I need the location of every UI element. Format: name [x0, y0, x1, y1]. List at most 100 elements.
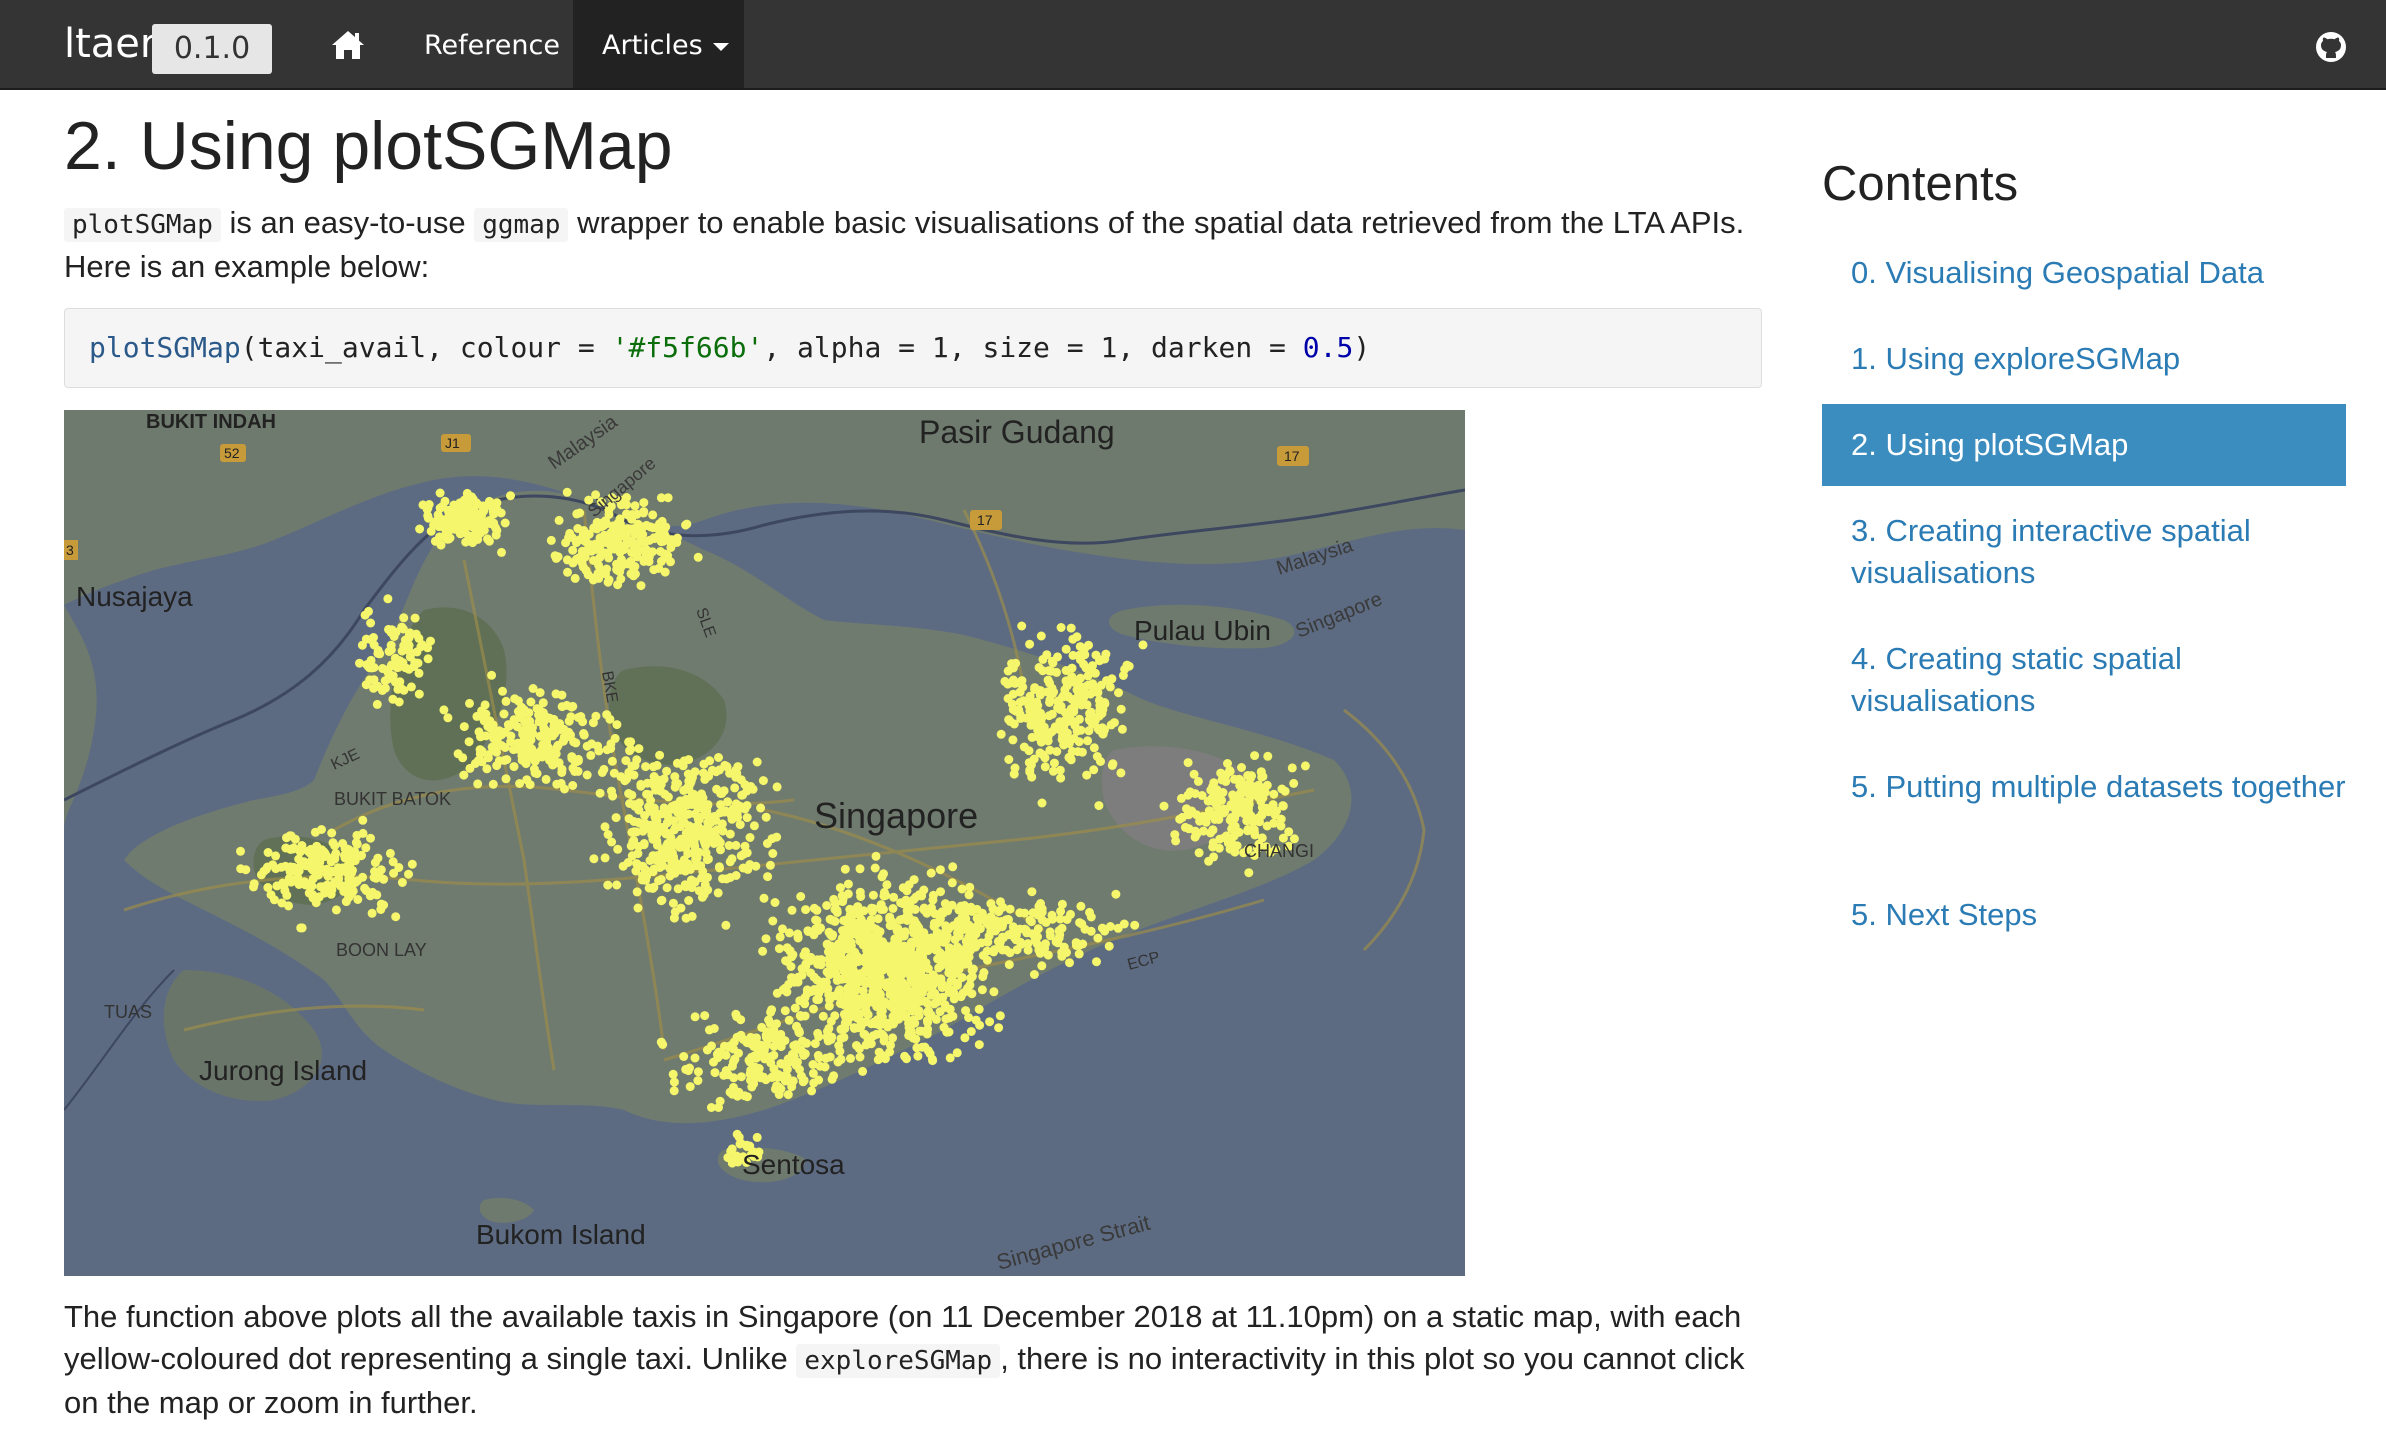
taxi-dot [870, 863, 880, 873]
taxi-dot [551, 689, 561, 699]
nav-articles-dropdown[interactable]: Articles [573, 0, 744, 88]
taxi-dot [802, 985, 812, 995]
taxi-dot [330, 841, 340, 851]
taxi-dot [282, 890, 292, 900]
taxi-dot [543, 743, 553, 753]
taxi-dot [589, 556, 598, 565]
taxi-dot [795, 996, 805, 1006]
taxi-dot [719, 786, 729, 796]
taxi-dot [578, 717, 588, 727]
taxi-dot [692, 795, 702, 805]
taxi-dot [1028, 701, 1038, 710]
taxi-dot [522, 727, 532, 737]
taxi-dot [859, 992, 869, 1002]
nav-reference-link[interactable]: Reference [424, 0, 560, 88]
taxi-dot [612, 565, 622, 575]
taxi-dot [368, 887, 378, 897]
taxi-dot [1104, 941, 1114, 951]
taxi-dot [587, 739, 597, 749]
taxi-dot [599, 764, 609, 774]
toc-item-3[interactable]: 3. Creating interactive spatial visualis… [1822, 510, 2346, 594]
taxi-dot [570, 757, 580, 767]
label-road-52: 52 [224, 445, 240, 461]
taxi-dot [480, 502, 490, 512]
taxi-dot [690, 1053, 700, 1063]
taxi-dot [910, 924, 919, 934]
taxi-dot [582, 770, 592, 780]
taxi-dot [699, 835, 709, 845]
taxi-dot [934, 963, 944, 973]
taxi-dot [476, 517, 486, 527]
taxi-dot [1287, 763, 1297, 773]
taxi-dot [982, 955, 992, 965]
taxi-dot [386, 645, 396, 655]
taxi-dot [947, 878, 957, 888]
home-icon[interactable] [330, 28, 366, 62]
taxi-dot [752, 1132, 762, 1142]
taxi-dot [678, 811, 688, 821]
toc-item-1[interactable]: 1. Using exploreSGMap [1822, 338, 2346, 380]
label-pulau-ubin: Pulau Ubin [1134, 615, 1271, 646]
taxi-dot [414, 633, 424, 643]
taxi-dot [1036, 737, 1046, 747]
taxi-dot [745, 1069, 755, 1079]
toc-item-4[interactable]: 4. Creating static spatial visualisation… [1822, 638, 2346, 722]
taxi-dot [492, 498, 502, 508]
taxi-dot [743, 864, 753, 874]
taxi-dot [742, 848, 752, 858]
taxi-dot [1074, 949, 1084, 959]
brand-link[interactable]: ltaer [64, 20, 156, 68]
taxi-dot [997, 922, 1007, 932]
taxi-dot [498, 686, 507, 696]
taxi-dot [710, 1068, 720, 1078]
toc-item-5[interactable]: 5. Putting multiple datasets together [1822, 766, 2346, 808]
taxi-dot [969, 936, 979, 946]
taxi-dot [756, 1073, 766, 1083]
taxi-dot [959, 924, 969, 934]
taxi-dot [668, 1069, 678, 1079]
taxi-dot [850, 1006, 860, 1016]
taxi-dot [652, 836, 662, 846]
taxi-dot [568, 701, 578, 711]
taxi-dot [1221, 777, 1231, 786]
toc-item-2-active[interactable]: 2. Using plotSGMap [1822, 404, 2346, 486]
taxi-dot [656, 896, 666, 906]
taxi-dot [920, 1042, 930, 1052]
taxi-dot [630, 501, 640, 511]
taxi-dot [838, 897, 848, 907]
taxi-dot [662, 766, 672, 776]
taxi-dot [394, 697, 404, 707]
taxi-dot [1065, 958, 1074, 968]
taxi-dot [1289, 778, 1299, 788]
taxi-dot [897, 969, 907, 979]
taxi-dot [732, 809, 742, 819]
taxi-dot [801, 905, 811, 915]
taxi-dot [722, 762, 732, 772]
taxi-dot [814, 995, 823, 1005]
toc-item-0[interactable]: 0. Visualising Geospatial Data [1822, 252, 2346, 294]
taxi-dot [453, 749, 463, 759]
taxi-dot [769, 1064, 779, 1074]
taxi-dot [694, 847, 704, 857]
taxi-dot [483, 750, 493, 760]
taxi-dot [1025, 765, 1035, 775]
taxi-dot [503, 720, 513, 730]
taxi-dot [721, 920, 731, 930]
taxi-dot [632, 887, 642, 897]
taxi-dot [1008, 922, 1018, 932]
taxi-dot [1107, 674, 1117, 684]
taxi-dot [409, 662, 419, 672]
taxi-dot [952, 942, 962, 952]
taxi-dot [860, 924, 870, 934]
taxi-dot [916, 981, 925, 990]
toc-item-6[interactable]: 5. Next Steps [1822, 894, 2346, 936]
taxi-dot [570, 573, 580, 583]
taxi-dot [731, 769, 741, 779]
github-icon[interactable] [2315, 31, 2347, 63]
taxi-dot [872, 937, 882, 947]
taxi-dot [601, 569, 610, 579]
taxi-dot [993, 936, 1003, 946]
taxi-dot [1224, 767, 1234, 777]
taxi-dot [832, 908, 842, 917]
taxi-dot [636, 581, 646, 591]
